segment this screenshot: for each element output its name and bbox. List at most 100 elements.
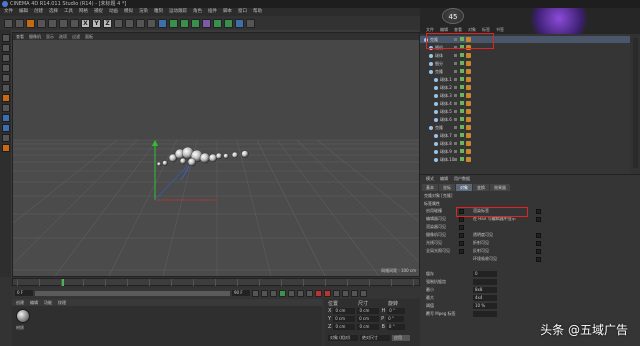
visibility-dot-icon[interactable] [454,142,457,145]
material-menu-item[interactable]: 创建 [16,299,24,306]
enabled-check-icon[interactable] [460,85,464,89]
object-row[interactable]: 球体.1 [420,76,630,83]
coordinate-system-icon[interactable] [114,18,123,28]
prev-frame-icon[interactable] [270,289,277,297]
deformer-icon[interactable] [213,18,222,28]
object-name[interactable]: 球体.5 [440,108,452,115]
viewport-menu-item[interactable]: 查看 [16,33,24,40]
make-editable-icon[interactable] [1,34,10,42]
object-tag-icon[interactable] [466,133,471,138]
attribute-tab[interactable]: 基本 [422,184,438,191]
render-settings-icon[interactable] [147,18,156,28]
camera-icon[interactable] [235,18,244,28]
viewport-menu-item[interactable]: 选项 [59,33,67,40]
material-menu-item[interactable]: 纹理 [58,299,66,306]
object-row[interactable]: 球体.5 [420,108,630,115]
autokey-icon[interactable] [324,289,331,297]
subdivision-icon[interactable] [180,18,189,28]
cloner-icon[interactable] [202,18,211,28]
visibility-dot-icon[interactable] [454,134,457,137]
object-name[interactable]: 球体.4 [440,100,452,107]
attribute-menu-item[interactable]: 模式 [426,175,434,182]
attribute-menu-item[interactable]: 用户数据 [454,175,470,182]
attribute-tab[interactable]: 变换 [473,184,489,191]
range-slider[interactable] [35,290,230,296]
coord-rotation-field[interactable]: 0 ° [386,316,405,322]
attribute-checkbox[interactable] [459,224,464,230]
object-row[interactable]: 球体.7 [420,132,630,139]
rotate-tool-icon[interactable] [59,18,68,28]
object-name[interactable]: 球体.2 [440,84,452,91]
enabled-check-icon[interactable] [460,125,464,129]
enabled-check-icon[interactable] [460,133,464,137]
coord-size-field[interactable]: 0 cm [357,324,380,330]
model-mode-icon[interactable] [1,44,10,52]
material-preview-icon[interactable] [16,309,30,323]
attribute-checkbox[interactable] [459,240,464,246]
object-name[interactable]: 细分 [435,60,443,67]
visibility-dot-icon[interactable] [454,110,457,113]
attribute-value-field[interactable] [473,311,497,317]
object-name[interactable]: 克隆 [435,124,443,131]
attribute-tab[interactable]: 效果器 [490,184,510,191]
object-row[interactable]: 细分 [420,60,630,67]
cube-icon[interactable] [158,18,167,28]
move-tool-icon[interactable] [37,18,46,28]
pen-icon[interactable] [169,18,178,28]
object-row[interactable]: 球体.8 [420,140,630,147]
render-view-icon[interactable] [136,18,145,28]
enabled-check-icon[interactable] [460,117,464,121]
array-icon[interactable] [191,18,200,28]
attribute-value-field[interactable]: 0 [473,271,497,277]
menu-item[interactable]: 捕捉 [94,8,103,16]
y-axis-button[interactable]: Y [92,18,101,28]
menu-item[interactable]: 窗口 [238,8,247,16]
recent-tool-icon[interactable] [70,18,79,28]
material-menu-item[interactable]: 编辑 [30,299,38,306]
record-icon[interactable] [315,289,322,297]
object-row[interactable]: 球体.6 [420,116,630,123]
attribute-checkbox[interactable] [536,240,541,246]
undo-icon[interactable] [4,18,13,28]
attribute-tab[interactable]: 对象 [456,184,472,191]
enabled-check-icon[interactable] [460,109,464,113]
object-menu-item[interactable]: 查看 [454,26,462,33]
object-tag-icon[interactable] [466,85,471,90]
workplane-icon[interactable] [1,64,10,72]
coord-size-field[interactable]: 0 cm [357,316,380,322]
attribute-value-field[interactable]: 8x8 [473,287,497,293]
enabled-check-icon[interactable] [460,141,464,145]
object-row[interactable]: 克隆 [420,68,630,75]
enabled-check-icon[interactable] [460,149,464,153]
enabled-check-icon[interactable] [460,69,464,73]
coord-mode-select[interactable]: 对象 (相对) [328,335,358,341]
live-select-icon[interactable] [26,18,35,28]
object-menu-item[interactable]: 编辑 [440,26,448,33]
light-icon[interactable] [246,18,255,28]
object-tag-icon[interactable] [466,101,471,106]
attribute-checkbox[interactable] [536,208,541,214]
viewport-menu-item[interactable]: 摄像机 [29,33,41,40]
object-name[interactable]: 球体.8 [440,140,452,147]
enabled-check-icon[interactable] [460,77,464,81]
object-tag-icon[interactable] [466,157,471,162]
object-name[interactable]: 球体.10 [440,156,454,163]
material-menu-item[interactable]: 功能 [44,299,52,306]
visibility-dot-icon[interactable] [454,102,457,105]
object-row[interactable]: 球体.3 [420,92,630,99]
menu-item[interactable]: 工具 [64,8,73,16]
attribute-checkbox[interactable] [536,256,541,262]
menu-item[interactable]: 脚本 [223,8,232,16]
end-frame-field[interactable]: 90 F [232,290,250,296]
object-name[interactable]: 球体 [435,52,443,59]
prev-key-icon[interactable] [261,289,268,297]
coord-size-mode-select[interactable]: 绝对尺寸 [360,335,390,341]
visibility-dot-icon[interactable] [454,78,457,81]
menu-item[interactable]: 插件 [208,8,217,16]
visibility-dot-icon[interactable] [454,94,457,97]
viewport-menu-item[interactable]: 面板 [85,33,93,40]
object-menu-item[interactable]: 对象 [468,26,476,33]
keyframe-selection-icon[interactable] [333,289,340,297]
rotation-key-icon[interactable] [360,289,367,297]
scale-tool-icon[interactable] [48,18,57,28]
